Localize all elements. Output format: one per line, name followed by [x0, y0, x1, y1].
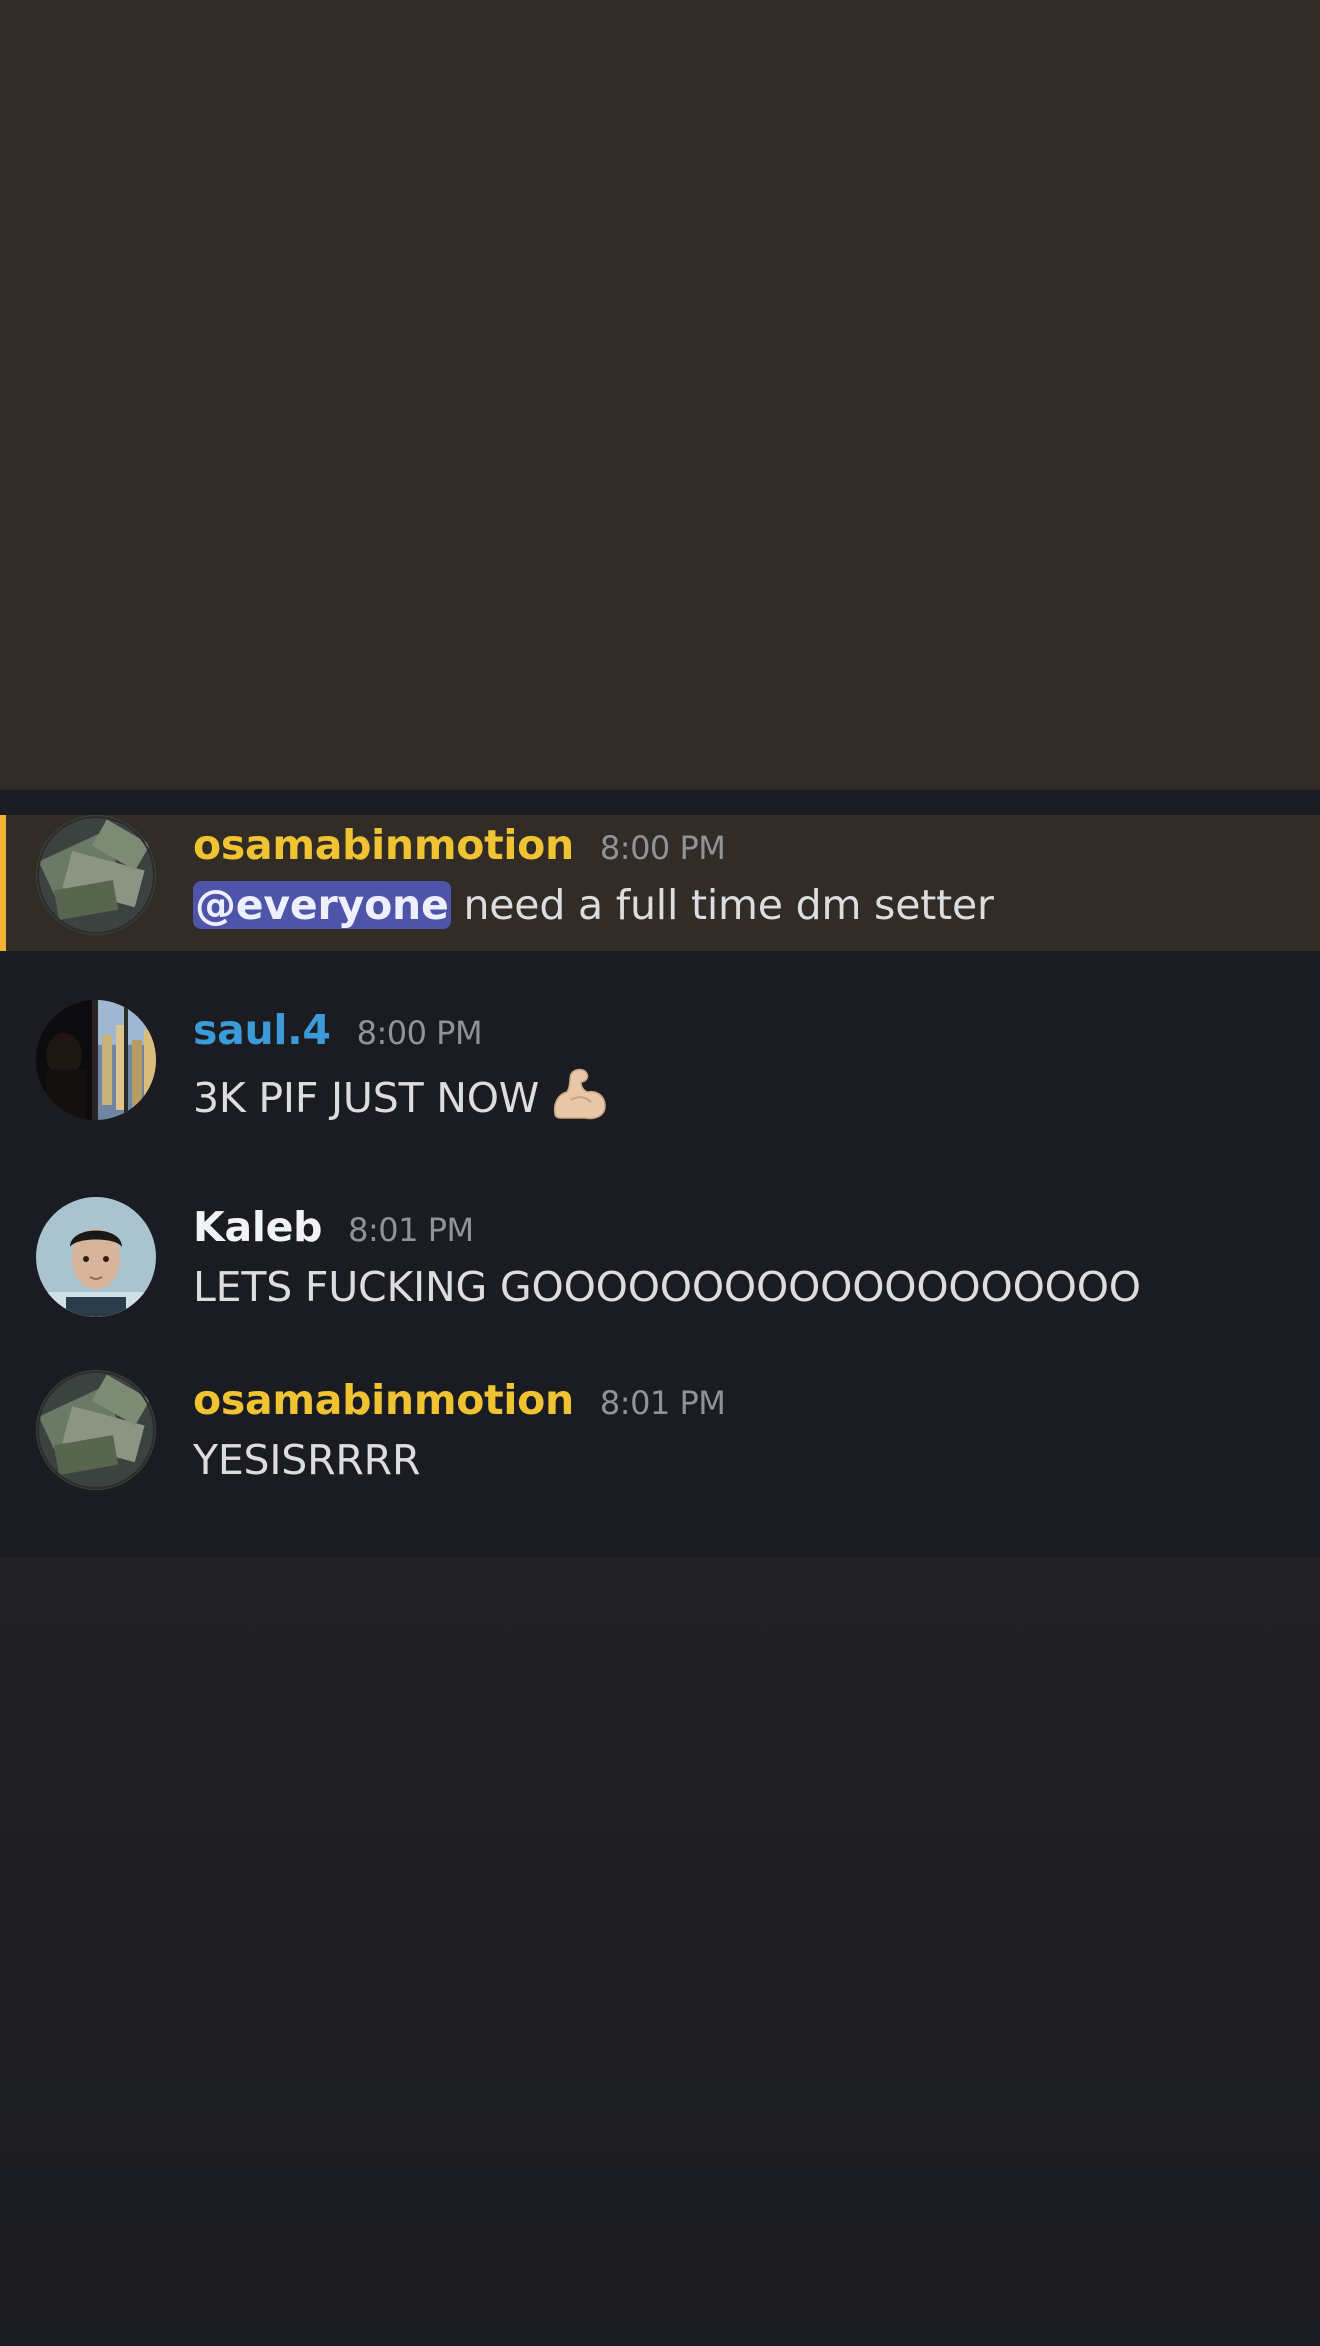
message-content: 3K PIF JUST NOW [193, 1066, 609, 1122]
avatar[interactable] [36, 1197, 156, 1317]
chat-message-list: osamabinmotion 8:00 PM @everyone need a … [0, 790, 1320, 1557]
author-name[interactable]: osamabinmotion [193, 1376, 574, 1424]
timestamp: 8:01 PM [599, 1384, 726, 1422]
timestamp: 8:00 PM [356, 1014, 483, 1052]
message-content: @everyone need a full time dm setter [193, 881, 994, 929]
timestamp: 8:00 PM [599, 829, 726, 867]
message-text: need a full time dm setter [463, 881, 994, 929]
message-content: LETS FUCKING GOOOOOOOOOOOOOOOOOOO [193, 1263, 1141, 1311]
portrait-avatar-icon [36, 1197, 156, 1317]
message-text: LETS FUCKING GOOOOOOOOOOOOOOOOOOO [193, 1263, 1141, 1311]
message-item[interactable]: Kaleb 8:01 PM LETS FUCKING GOOOOOOOOOOOO… [0, 1197, 1320, 1322]
dimmed-overlay-bottom [0, 1557, 1320, 2346]
message-text: YESISRRRR [193, 1436, 421, 1484]
message-text: 3K PIF JUST NOW [193, 1074, 540, 1122]
author-name[interactable]: saul.4 [193, 1006, 331, 1054]
author-name[interactable]: Kaleb [193, 1203, 322, 1251]
everyone-mention[interactable]: @everyone [193, 881, 451, 929]
message-item[interactable]: osamabinmotion 8:00 PM @everyone need a … [0, 815, 1320, 951]
avatar[interactable] [36, 1000, 156, 1120]
author-name[interactable]: osamabinmotion [193, 821, 574, 869]
money-stack-avatar-icon [36, 815, 156, 935]
mention-highlight-bar [0, 815, 6, 951]
message-item[interactable]: saul.4 8:00 PM 3K PIF JUST NOW [0, 1000, 1320, 1125]
money-stack-avatar-icon [36, 1370, 156, 1490]
avatar[interactable] [36, 1370, 156, 1490]
avatar[interactable] [36, 815, 156, 935]
city-window-avatar-icon [36, 1000, 156, 1120]
dimmed-overlay-top [0, 0, 1320, 790]
message-item[interactable]: osamabinmotion 8:01 PM YESISRRRR [0, 1370, 1320, 1495]
flexed-biceps-icon [553, 1068, 606, 1120]
message-content: YESISRRRR [193, 1436, 420, 1484]
timestamp: 8:01 PM [348, 1211, 474, 1249]
